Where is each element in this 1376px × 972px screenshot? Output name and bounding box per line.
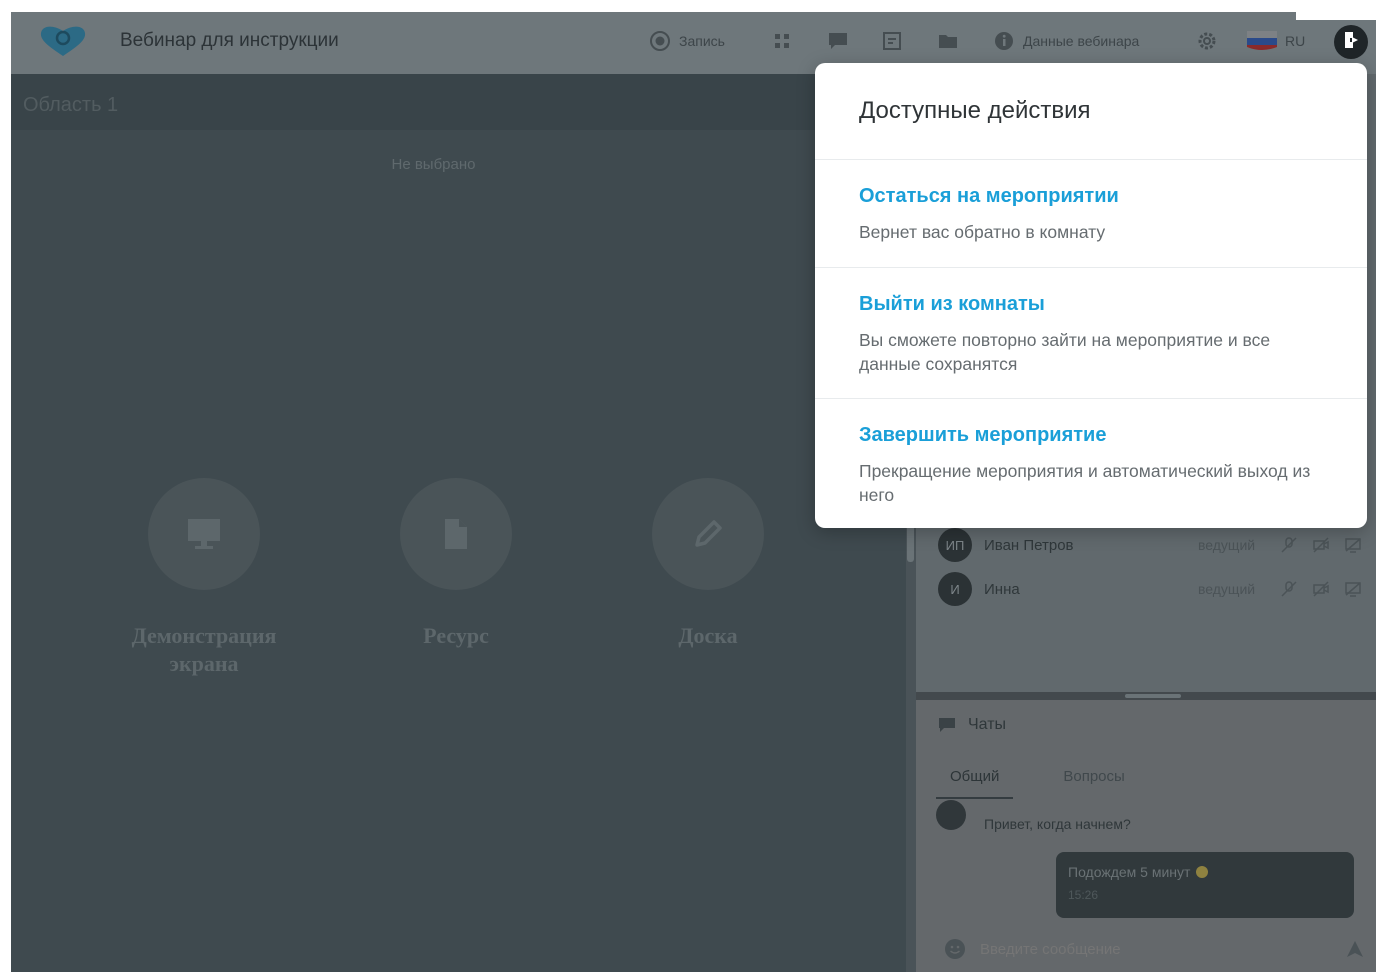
end-event-action[interactable]: Завершить мероприятие Прекращение меропр…	[815, 424, 1367, 507]
main-area: Область 1 Не выбрано Демонстрация экрана…	[11, 74, 906, 972]
mic-off-icon[interactable]	[1280, 580, 1298, 598]
layout-button[interactable]	[771, 30, 793, 52]
record-button[interactable]: Запись	[649, 30, 725, 52]
action-title[interactable]: Остаться на мероприятии	[859, 185, 1323, 208]
language-selector[interactable]: RU	[1247, 30, 1305, 52]
participant-name: Инна	[984, 580, 1020, 598]
page-corner	[1296, 0, 1376, 20]
board-tool[interactable]: Доска	[618, 478, 798, 650]
divider	[815, 398, 1367, 399]
participant-name: Иван Петров	[984, 536, 1074, 554]
webinar-data-label: Данные вебинара	[1023, 33, 1140, 49]
resource-circle[interactable]	[400, 478, 512, 590]
area-title: Область 1	[23, 94, 119, 116]
divider	[815, 159, 1367, 160]
participant-role: ведущий	[1198, 537, 1256, 553]
board-circle[interactable]	[652, 478, 764, 590]
chats-header: Чаты	[938, 716, 1006, 734]
screen-share-circle[interactable]	[148, 478, 260, 590]
tab-general[interactable]: Общий	[936, 762, 1014, 799]
russia-flag-icon	[1247, 30, 1277, 52]
app-window: Вебинар для инструкции Запись Данные веб…	[11, 12, 1376, 972]
participant-row[interactable]: И Инна ведущий	[938, 572, 1368, 606]
avatar: ИП	[938, 528, 972, 562]
exit-icon	[1343, 31, 1359, 54]
available-actions-modal: Доступные действия Остаться на мероприят…	[815, 63, 1367, 528]
modal-title: Доступные действия	[859, 97, 1091, 124]
chat-icon	[827, 30, 849, 52]
record-icon	[649, 30, 671, 52]
action-description: Вы сможете повторно зайти на мероприятие…	[859, 330, 1271, 374]
incoming-message-text: Привет, когда начнем?	[984, 816, 1131, 832]
divider	[815, 267, 1367, 268]
screen-share-tool[interactable]: Демонстрация экрана	[114, 478, 294, 678]
panel-resize-divider[interactable]	[916, 692, 1376, 700]
page-title: Вебинар для инструкции	[120, 30, 339, 51]
logo-icon	[38, 24, 88, 58]
exit-button[interactable]	[1334, 25, 1368, 59]
document-icon	[881, 30, 903, 52]
mic-off-icon[interactable]	[1280, 536, 1298, 554]
message-input[interactable]	[980, 940, 1346, 958]
file-icon	[445, 519, 467, 549]
area-header: Область 1	[11, 74, 906, 130]
action-title[interactable]: Завершить мероприятие	[859, 424, 1323, 447]
files-button[interactable]	[937, 30, 959, 52]
gear-icon	[1196, 30, 1218, 52]
chats-title: Чаты	[968, 716, 1007, 733]
not-selected-label: Не выбрано	[391, 156, 476, 173]
grid-icon	[771, 30, 793, 52]
emoji-icon[interactable]	[944, 938, 966, 960]
camera-off-icon[interactable]	[1312, 580, 1330, 598]
outgoing-message-text: Подождем 5 минут	[1068, 864, 1191, 880]
send-icon[interactable]	[1346, 940, 1364, 958]
avatar: И	[938, 572, 972, 606]
webinar-data-button[interactable]: Данные вебинара	[993, 30, 1139, 52]
info-icon	[993, 30, 1015, 52]
settings-button[interactable]	[1196, 30, 1218, 52]
screen-share-label: Демонстрация экрана	[131, 623, 277, 676]
resource-label: Ресурс	[423, 623, 489, 648]
notes-button[interactable]	[881, 30, 903, 52]
screen-off-icon[interactable]	[1344, 580, 1362, 598]
resource-tool[interactable]: Ресурс	[366, 478, 546, 650]
chats-panel: Чаты Общий Вопросы Привет, когда начнем?…	[916, 700, 1376, 972]
folder-icon	[937, 30, 959, 52]
chat-icon	[939, 718, 955, 732]
incoming-message: Привет, когда начнем?	[936, 800, 1281, 842]
chat-toggle-button[interactable]	[827, 30, 849, 52]
outgoing-message: Подождем 5 минут 15:26	[1056, 852, 1354, 918]
action-description: Вернет вас обратно в комнату	[859, 222, 1106, 242]
pencil-icon	[695, 520, 722, 547]
message-composer	[944, 938, 1364, 960]
leave-room-action[interactable]: Выйти из комнаты Вы сможете повторно зай…	[815, 293, 1367, 376]
message-time: 15:26	[1068, 888, 1099, 902]
board-label: Доска	[678, 623, 738, 648]
language-label: RU	[1285, 33, 1306, 49]
participant-role: ведущий	[1198, 581, 1256, 597]
tab-questions[interactable]: Вопросы	[1049, 762, 1138, 799]
avatar	[936, 800, 966, 830]
record-label: Запись	[679, 33, 725, 49]
screen-off-icon[interactable]	[1344, 536, 1362, 554]
action-description: Прекращение мероприятия и автоматический…	[859, 461, 1311, 505]
camera-off-icon[interactable]	[1312, 536, 1330, 554]
monitor-icon	[188, 519, 220, 549]
action-title[interactable]: Выйти из комнаты	[859, 293, 1323, 316]
smile-emoji-icon	[1196, 866, 1209, 878]
participant-row[interactable]: ИП Иван Петров ведущий	[938, 528, 1368, 562]
resize-handle[interactable]	[1125, 694, 1181, 698]
chat-tabs: Общий Вопросы	[936, 762, 1139, 799]
stay-in-event-action[interactable]: Остаться на мероприятии Вернет вас обрат…	[815, 185, 1367, 244]
